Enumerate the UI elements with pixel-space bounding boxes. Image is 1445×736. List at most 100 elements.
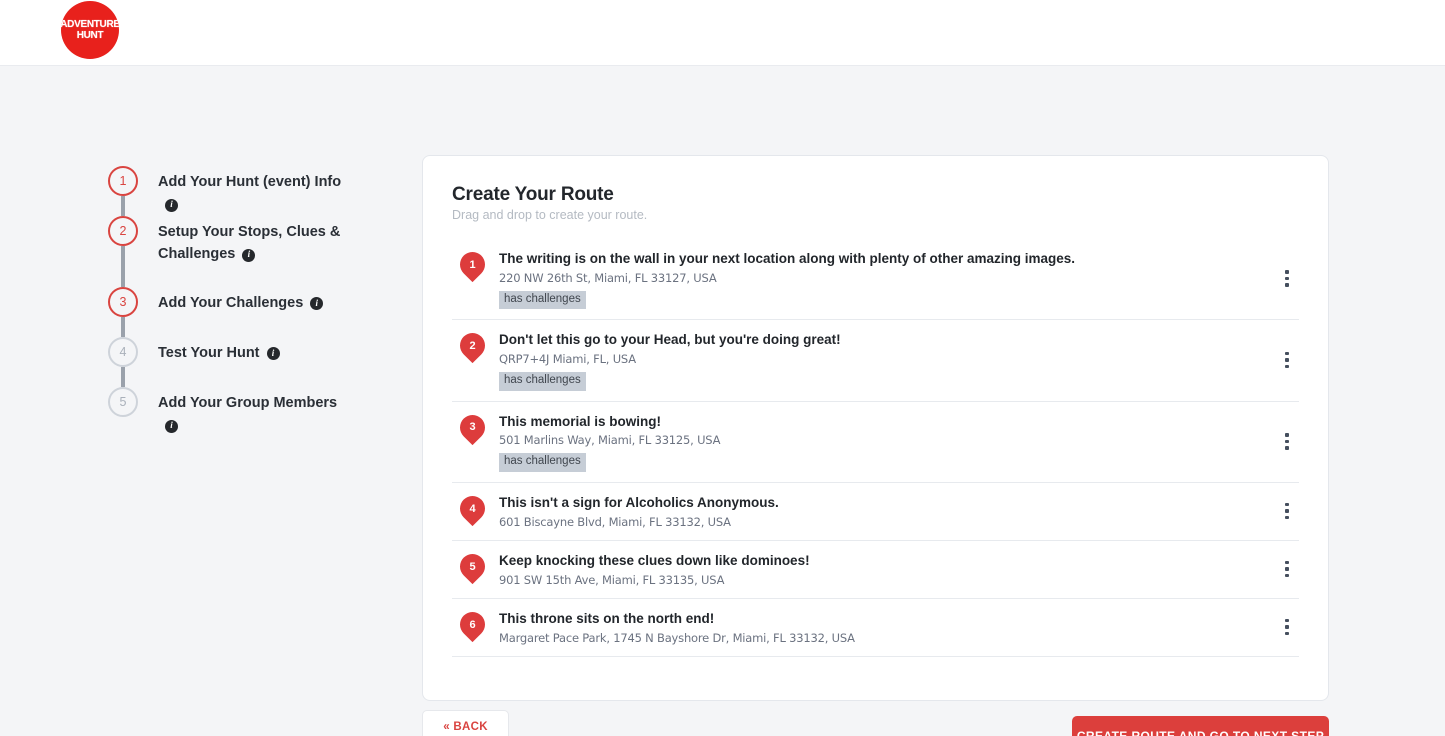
stepper-item-5[interactable]: 5 Add Your Group Members i	[108, 387, 408, 437]
stepper-circle-2: 2	[108, 216, 138, 246]
route-item-body: Don't let this go to your Head, but you'…	[499, 329, 1277, 390]
page-body: 1 Add Your Hunt (event) Info i 2 Setup Your …	[0, 66, 1445, 736]
map-pin-icon: 1	[460, 252, 485, 286]
kebab-menu-icon[interactable]	[1277, 503, 1297, 520]
kebab-dot	[1285, 516, 1289, 520]
logo-line-2: HUNT	[77, 31, 104, 41]
stepper-label-3: Add Your Challenges i	[158, 287, 323, 314]
kebab-menu-icon[interactable]	[1277, 619, 1297, 636]
stepper-item-1[interactable]: 1 Add Your Hunt (event) Info i	[108, 166, 408, 216]
stepper-item-3[interactable]: 3 Add Your Challenges i	[108, 287, 408, 337]
route-item-address: QRP7+4J Miami, FL, USA	[499, 352, 1277, 366]
kebab-dot	[1285, 446, 1289, 450]
info-icon[interactable]: i	[165, 199, 178, 212]
stepper-circle-1: 1	[108, 166, 138, 196]
logo-line-1: ADVENTURE	[61, 20, 119, 30]
app-header: ADVENTURE HUNT	[0, 0, 1445, 66]
map-pin-icon: 2	[460, 333, 485, 367]
kebab-dot	[1285, 433, 1289, 437]
route-item-body: This throne sits on the north end!Margar…	[499, 608, 1277, 645]
route-item-title: Keep knocking these clues down like domi…	[499, 551, 1277, 571]
stepper-label-2: Setup Your Stops, Clues & Challengesi	[158, 216, 348, 266]
map-pin-icon: 4	[460, 496, 485, 530]
kebab-menu-icon[interactable]	[1277, 270, 1297, 287]
status-badge: has challenges	[499, 291, 586, 310]
stepper-circle-4: 4	[108, 337, 138, 367]
route-item-address: 220 NW 26th St, Miami, FL 33127, USA	[499, 271, 1277, 285]
kebab-dot	[1285, 503, 1289, 507]
stepper-connector	[121, 246, 125, 287]
stepper-item-4[interactable]: 4 Test Your Hunt i	[108, 337, 408, 387]
route-item[interactable]: 6 This throne sits on the north end!Marga…	[452, 599, 1299, 657]
create-route-card: Create Your Route Drag and drop to creat…	[422, 155, 1329, 701]
route-item[interactable]: 2 Don't let this go to your Head, but you…	[452, 320, 1299, 401]
route-item-number: 3	[460, 415, 485, 440]
back-button[interactable]: « BACK	[422, 710, 509, 736]
route-item-body: Keep knocking these clues down like domi…	[499, 550, 1277, 587]
kebab-menu-icon[interactable]	[1277, 352, 1297, 369]
kebab-dot	[1285, 567, 1289, 571]
kebab-menu-icon[interactable]	[1277, 561, 1297, 578]
route-item-title: This memorial is bowing!	[499, 412, 1277, 432]
status-badge: has challenges	[499, 372, 586, 391]
create-route-next-button[interactable]: CREATE ROUTE AND GO TO NEXT STEP	[1072, 716, 1329, 736]
route-item-title: The writing is on the wall in your next …	[499, 249, 1277, 269]
stepper-label-5: Add Your Group Members i	[158, 387, 348, 437]
stepper-label-1: Add Your Hunt (event) Info i	[158, 166, 348, 216]
route-item-address: 601 Biscayne Blvd, Miami, FL 33132, USA	[499, 515, 1277, 529]
info-icon[interactable]: i	[165, 420, 178, 433]
info-icon[interactable]: i	[267, 347, 280, 360]
route-item-title: Don't let this go to your Head, but you'…	[499, 330, 1277, 350]
page-title: Create Your Route	[452, 184, 1328, 206]
stepper-circle-3: 3	[108, 287, 138, 317]
stepper-label-text: Add Your Hunt (event) Info	[158, 174, 341, 190]
stepper-connector	[121, 196, 125, 216]
route-item-number: 5	[460, 554, 485, 579]
route-item-title: This throne sits on the north end!	[499, 609, 1277, 629]
stepper-label-text: Add Your Group Members	[158, 395, 337, 411]
status-badge: has challenges	[499, 453, 586, 472]
route-item-body: This isn't a sign for Alcoholics Anonymo…	[499, 492, 1277, 529]
kebab-dot	[1285, 509, 1289, 513]
stepper-item-2[interactable]: 2 Setup Your Stops, Clues & Challengesi	[108, 216, 408, 287]
route-item-number: 1	[460, 252, 485, 277]
stepper-label-4: Test Your Hunt i	[158, 337, 280, 364]
page-subtitle: Drag and drop to create your route.	[452, 208, 1328, 222]
route-item-address: 901 SW 15th Ave, Miami, FL 33135, USA	[499, 573, 1277, 587]
map-pin-icon: 5	[460, 554, 485, 588]
route-item[interactable]: 5 Keep knocking these clues down like dom…	[452, 541, 1299, 599]
kebab-dot	[1285, 619, 1289, 623]
info-icon[interactable]: i	[310, 297, 323, 310]
route-item[interactable]: 4 This isn't a sign for Alcoholics Anonym…	[452, 483, 1299, 541]
route-item-number: 4	[460, 496, 485, 521]
route-item-title: This isn't a sign for Alcoholics Anonymo…	[499, 493, 1277, 513]
stepper-label-text: Test Your Hunt	[158, 345, 260, 361]
kebab-dot	[1285, 277, 1289, 281]
kebab-dot	[1285, 358, 1289, 362]
kebab-dot	[1285, 632, 1289, 636]
route-item-number: 2	[460, 333, 485, 358]
info-icon[interactable]: i	[242, 249, 255, 262]
route-item-address: 501 Marlins Way, Miami, FL 33125, USA	[499, 433, 1277, 447]
stepper-connector	[121, 317, 125, 337]
stepper-label-text: Add Your Challenges	[158, 295, 303, 311]
stepper-connector	[121, 367, 125, 387]
kebab-dot	[1285, 574, 1289, 578]
route-item[interactable]: 3 This memorial is bowing!501 Marlins Way…	[452, 402, 1299, 483]
stepper-circle-5: 5	[108, 387, 138, 417]
kebab-dot	[1285, 440, 1289, 444]
adventure-hunt-logo[interactable]: ADVENTURE HUNT	[61, 1, 119, 59]
kebab-dot	[1285, 270, 1289, 274]
kebab-dot	[1285, 365, 1289, 369]
kebab-dot	[1285, 352, 1289, 356]
kebab-dot	[1285, 561, 1289, 565]
route-list: 1 The writing is on the wall in your next…	[452, 239, 1299, 657]
route-item-body: The writing is on the wall in your next …	[499, 248, 1277, 309]
kebab-dot	[1285, 625, 1289, 629]
progress-stepper: 1 Add Your Hunt (event) Info i 2 Setup Your …	[108, 166, 408, 437]
kebab-menu-icon[interactable]	[1277, 433, 1297, 450]
route-item-number: 6	[460, 612, 485, 637]
kebab-dot	[1285, 283, 1289, 287]
route-item[interactable]: 1 The writing is on the wall in your next…	[452, 239, 1299, 320]
map-pin-icon: 3	[460, 415, 485, 449]
